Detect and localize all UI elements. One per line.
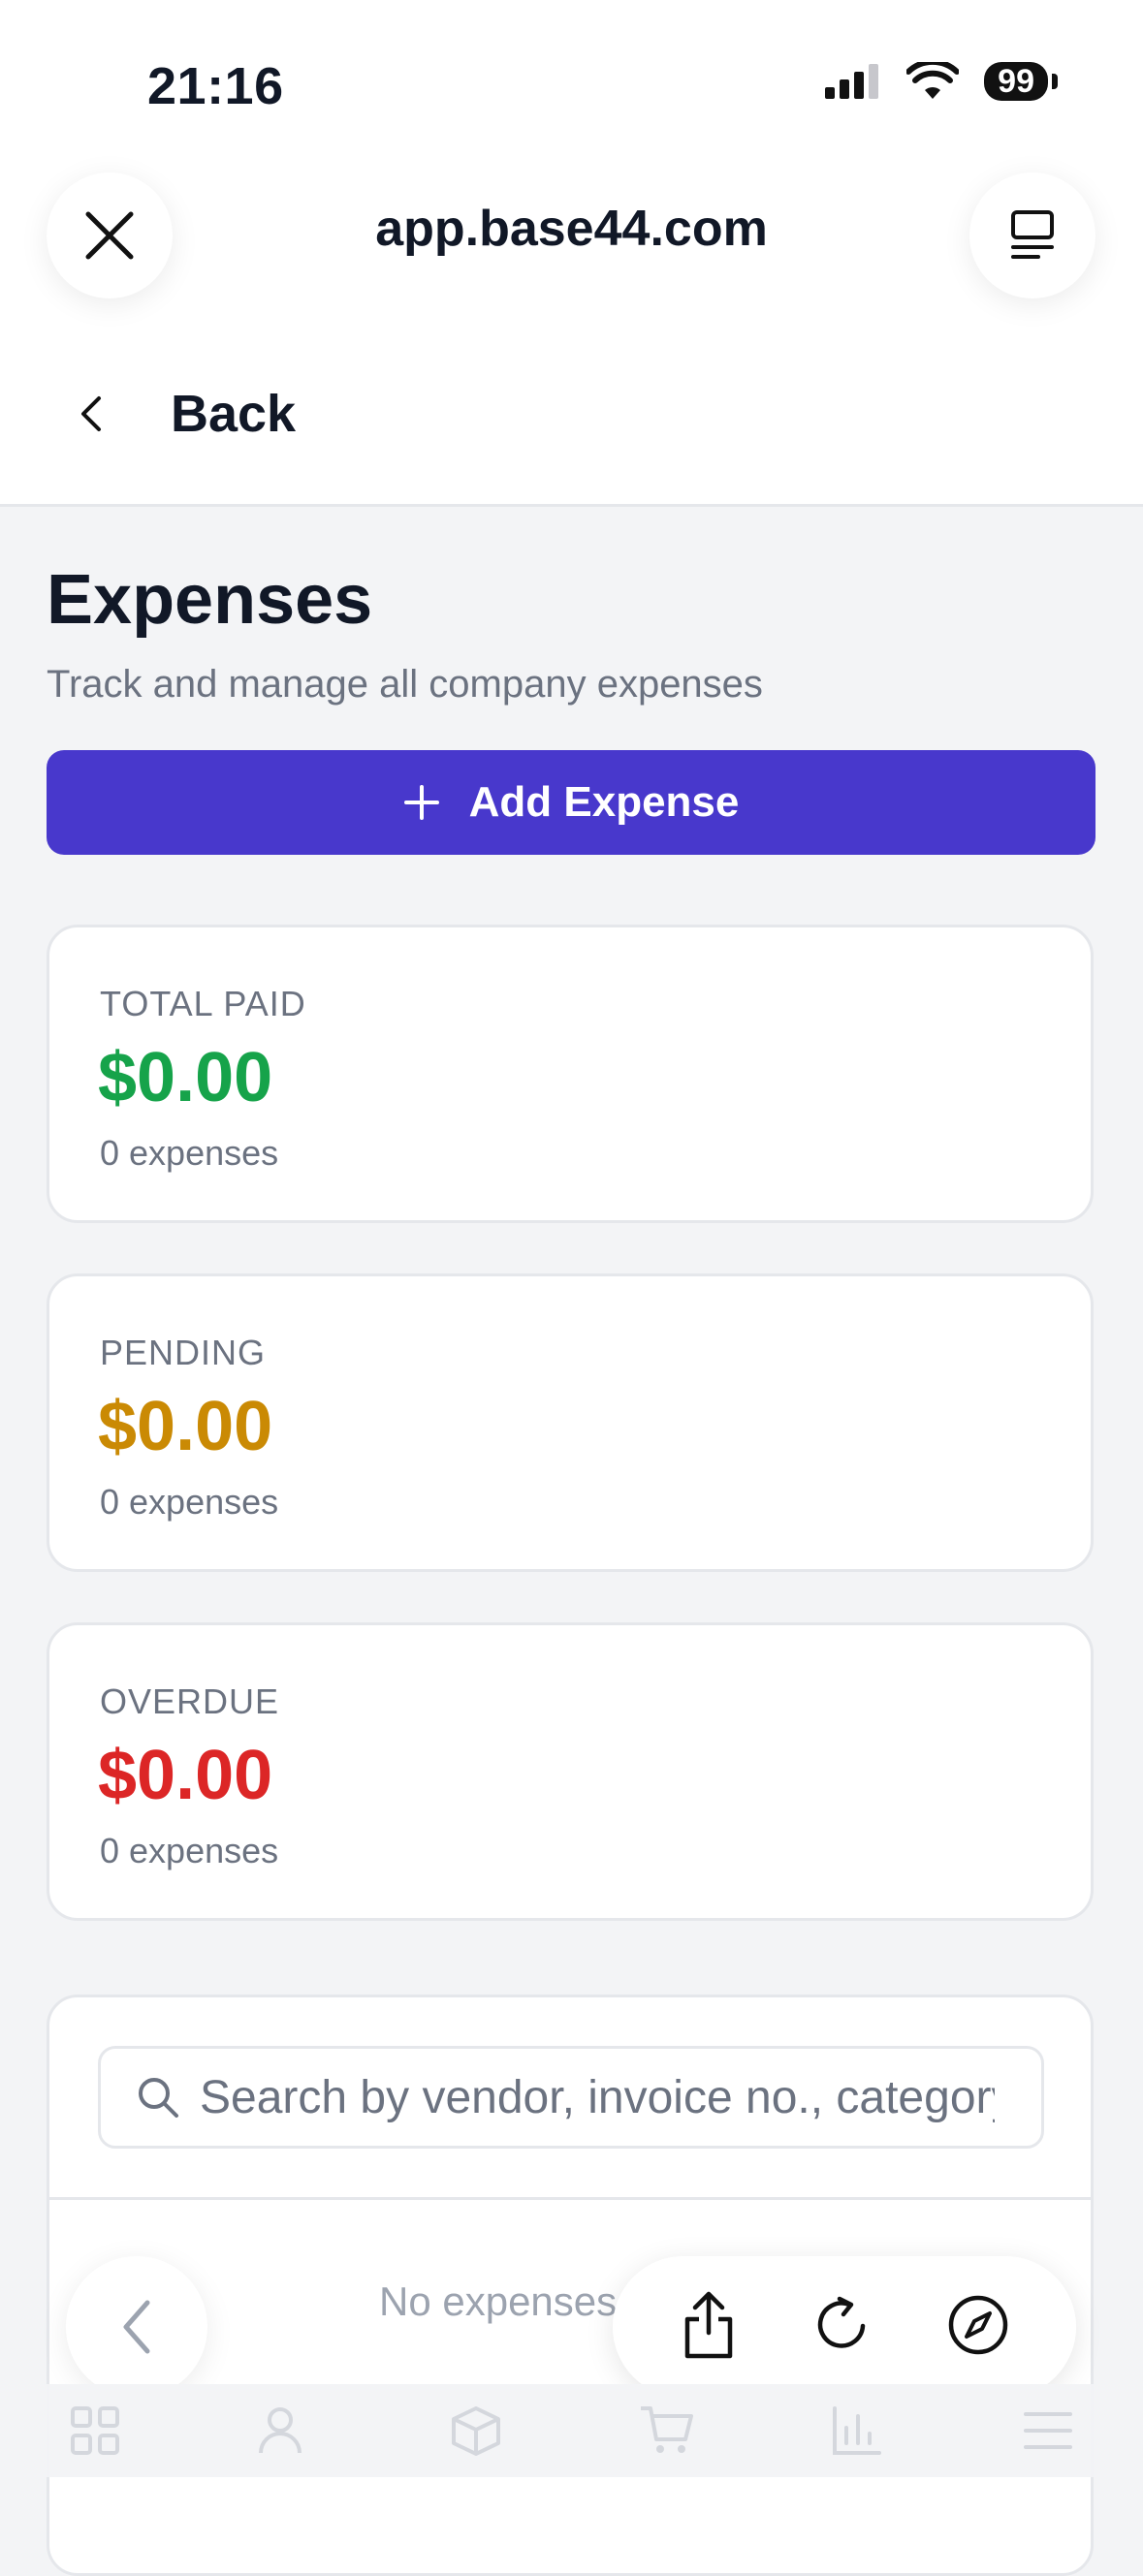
stat-value: $0.00 (98, 1737, 273, 1814)
stat-count: 0 expenses (100, 1482, 279, 1522)
share-button[interactable] (680, 2290, 738, 2365)
divider (49, 2197, 1091, 2200)
add-expense-button[interactable]: Add Expense (47, 750, 1095, 855)
share-icon (684, 2291, 732, 2358)
tab-users[interactable] (247, 2392, 325, 2469)
chevron-left-icon (123, 2300, 150, 2354)
search-icon (139, 2078, 178, 2118)
add-expense-label: Add Expense (468, 778, 740, 826)
empty-state-text: No expenses (379, 2278, 618, 2324)
stat-count: 0 expenses (100, 1133, 279, 1173)
stat-value: $0.00 (98, 1388, 273, 1465)
stat-label: PENDING (100, 1333, 267, 1372)
dashboard-icon (71, 2406, 120, 2455)
compass-icon (949, 2295, 1008, 2354)
reload-icon (817, 2296, 866, 2348)
tab-dashboard[interactable] (56, 2392, 134, 2469)
menu-icon (1023, 2412, 1072, 2449)
signal-icon (825, 64, 879, 99)
stat-value: $0.00 (98, 1039, 273, 1116)
top-bar: 21:16 99 app.base44.com Back (0, 0, 1143, 507)
stat-card-overdue: OVERDUE $0.00 0 expenses (47, 1622, 1094, 1921)
stat-label: TOTAL PAID (100, 984, 306, 1023)
chevron-left-icon (81, 396, 101, 431)
reader-icon (1011, 210, 1054, 259)
reload-button[interactable] (812, 2295, 873, 2360)
tab-orders[interactable] (628, 2392, 706, 2469)
plus-icon (403, 785, 439, 820)
page-title: Expenses (47, 561, 373, 639)
status-time: 21:16 (147, 57, 284, 115)
search-input[interactable] (198, 2069, 997, 2125)
wifi-icon (906, 62, 960, 99)
stat-label: OVERDUE (100, 1681, 280, 1721)
chart-icon (833, 2406, 882, 2455)
tabs-button[interactable] (969, 173, 1095, 298)
page-subtitle: Track and manage all company expenses (47, 663, 763, 706)
users-icon (258, 2407, 302, 2454)
tab-reports[interactable] (818, 2392, 896, 2469)
package-icon (452, 2406, 501, 2456)
stat-card-total-paid: TOTAL PAID $0.00 0 expenses (47, 925, 1094, 1223)
tab-menu[interactable] (1009, 2392, 1087, 2469)
bottom-tab-bar (0, 2384, 1143, 2477)
tab-products[interactable] (437, 2392, 515, 2469)
stat-count: 0 expenses (100, 1831, 279, 1870)
back-link[interactable]: Back (79, 384, 296, 444)
browser-toolbar (613, 2256, 1076, 2398)
browser-back-button[interactable] (66, 2256, 207, 2398)
status-icons: 99 (825, 62, 1058, 101)
stat-card-pending: PENDING $0.00 0 expenses (47, 1273, 1094, 1572)
back-label: Back (171, 385, 297, 443)
search-box[interactable] (98, 2046, 1044, 2149)
safari-button[interactable] (947, 2294, 1009, 2361)
cart-icon (640, 2406, 693, 2453)
battery-indicator: 99 (984, 62, 1058, 101)
